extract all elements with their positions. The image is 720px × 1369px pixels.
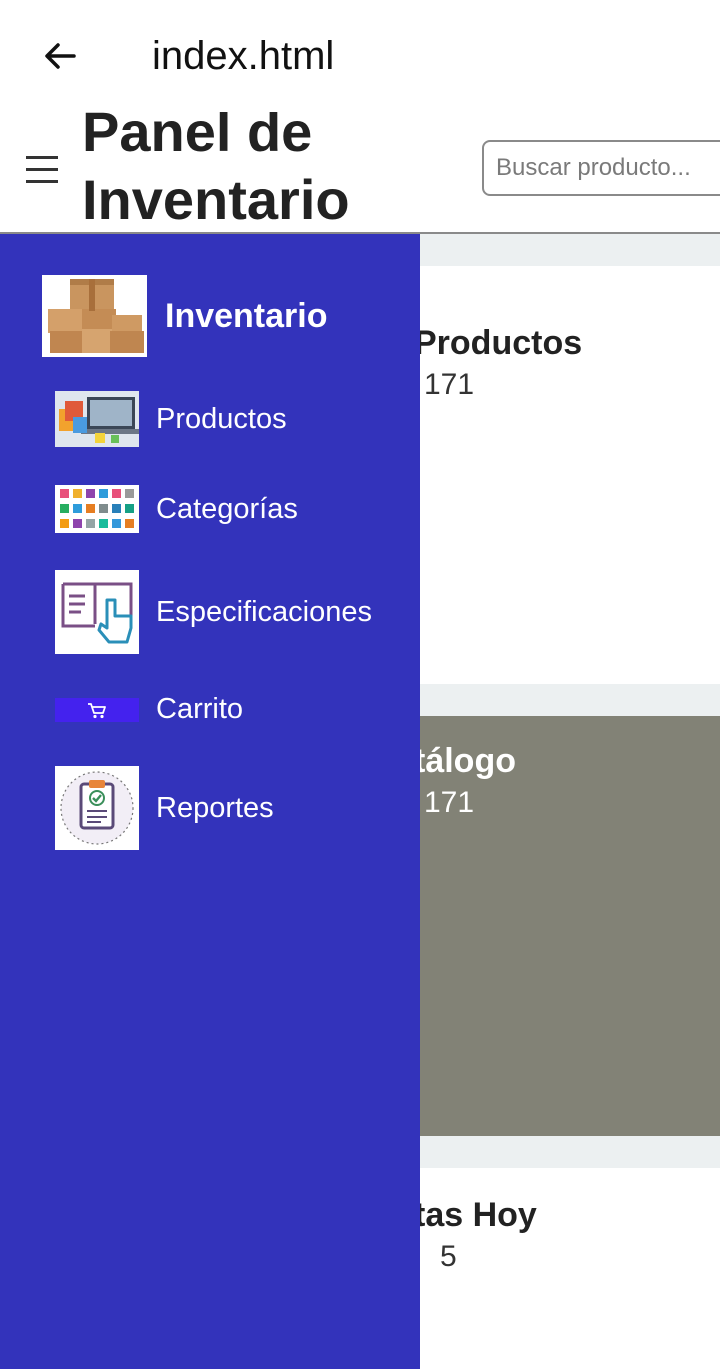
card-title: tas Hoy xyxy=(414,1196,537,1234)
nav-label: Especificaciones xyxy=(156,595,372,628)
card-title: tálogo xyxy=(414,742,516,780)
nav-item-productos[interactable]: Productos xyxy=(55,391,287,447)
boxes-logo-icon xyxy=(42,275,147,357)
cart-icon xyxy=(55,697,139,722)
page-header: Panel de Inventario xyxy=(0,112,720,234)
clipboard-check-icon xyxy=(55,766,139,850)
back-arrow-icon[interactable] xyxy=(36,32,84,80)
nav-label: Categorías xyxy=(156,492,298,525)
browser-toolbar: index.html xyxy=(0,0,720,112)
nav-label: Carrito xyxy=(156,693,244,725)
card-value: 171 xyxy=(424,786,475,819)
nav-label: Reportes xyxy=(156,791,274,824)
page-title: Panel de Inventario xyxy=(82,112,350,231)
categories-grid-icon xyxy=(55,485,139,533)
card-title: Productos xyxy=(414,324,583,362)
card-value: 5 xyxy=(440,1240,457,1273)
drawer-brand[interactable]: Inventario xyxy=(42,275,327,357)
browser-page-title: index.html xyxy=(152,34,335,78)
shopping-laptop-icon xyxy=(55,391,139,447)
hamburger-menu-icon[interactable] xyxy=(22,150,62,190)
touch-document-icon xyxy=(55,570,139,654)
search-input[interactable] xyxy=(482,140,720,196)
nav-item-categorias[interactable]: Categorías xyxy=(55,485,298,533)
nav-label: Productos xyxy=(156,402,287,435)
brand-label: Inventario xyxy=(165,296,328,335)
nav-item-especificaciones[interactable]: Especificaciones xyxy=(55,570,372,654)
nav-item-carrito[interactable]: Carrito xyxy=(55,693,243,726)
nav-item-reportes[interactable]: Reportes xyxy=(55,766,274,850)
card-value: 171 xyxy=(424,368,475,401)
side-drawer: Inventario Productos Categorías Especifi… xyxy=(0,234,420,1369)
